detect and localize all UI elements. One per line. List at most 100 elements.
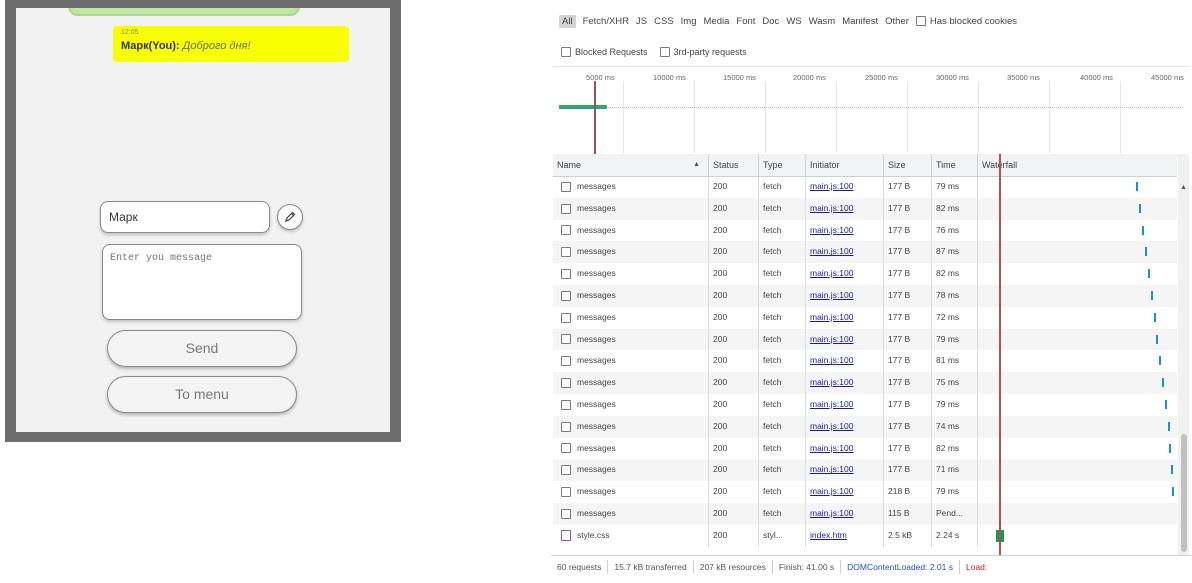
blocked-cookies-checkbox[interactable] bbox=[915, 15, 926, 26]
request-name-cell[interactable]: messages bbox=[553, 372, 709, 394]
request-initiator[interactable]: main.js:100 bbox=[810, 421, 853, 431]
request-name-cell[interactable]: messages bbox=[553, 328, 709, 351]
request-name-cell[interactable]: messages bbox=[553, 350, 709, 373]
request-initiator[interactable]: main.js:100 bbox=[810, 355, 853, 365]
scroll-up-icon[interactable]: ▲ bbox=[1180, 184, 1187, 191]
request-initiator-cell[interactable]: main.js:100 bbox=[806, 437, 884, 460]
request-initiator-cell[interactable]: main.js:100 bbox=[806, 328, 884, 351]
blocked-cookies-toggle[interactable]: Has blocked cookies bbox=[915, 15, 1017, 27]
request-name-cell[interactable]: messages bbox=[553, 437, 709, 460]
table-row[interactable]: messages 200 fetch main.js:100 115 B Pend... bbox=[553, 502, 1177, 525]
request-initiator[interactable]: main.js:100 bbox=[810, 246, 853, 256]
request-initiator-cell[interactable]: main.js:100 bbox=[806, 350, 884, 373]
request-initiator-cell[interactable]: main.js:100 bbox=[806, 176, 884, 198]
column-header-waterfall[interactable]: Waterfall bbox=[978, 154, 1177, 176]
column-header-name[interactable]: Name ▲ bbox=[553, 154, 709, 176]
blocked-requests-checkbox[interactable] bbox=[561, 47, 571, 57]
request-initiator[interactable]: main.js:100 bbox=[810, 268, 853, 278]
request-name-cell[interactable]: style.css bbox=[553, 524, 709, 547]
request-initiator[interactable]: main.js:100 bbox=[810, 508, 853, 518]
request-initiator[interactable]: main.js:100 bbox=[810, 377, 853, 387]
request-name-cell[interactable]: messages bbox=[553, 219, 709, 242]
column-header-status[interactable]: Status bbox=[709, 154, 759, 176]
filter-fetch-xhr[interactable]: Fetch/XHR bbox=[583, 16, 629, 27]
request-name-cell[interactable]: messages bbox=[553, 481, 709, 503]
table-row[interactable]: messages 200 fetch main.js:100 177 B 79 ms bbox=[553, 328, 1177, 351]
table-row[interactable]: messages 200 fetch main.js:100 218 B 79 ms bbox=[553, 481, 1177, 503]
request-initiator[interactable]: main.js:100 bbox=[810, 203, 853, 213]
table-row[interactable]: messages 200 fetch main.js:100 177 B 82 ms bbox=[553, 263, 1177, 285]
blocked-requests-toggle[interactable]: Blocked Requests bbox=[561, 47, 648, 57]
scrollbar-thumb[interactable] bbox=[1181, 434, 1187, 552]
table-row[interactable]: messages 200 fetch main.js:100 177 B 76 ms bbox=[553, 219, 1177, 242]
table-scrollbar[interactable]: ▲ bbox=[1178, 154, 1189, 555]
request-name-cell[interactable]: messages bbox=[553, 241, 709, 264]
third-party-checkbox[interactable] bbox=[659, 47, 670, 57]
request-initiator-cell[interactable]: main.js:100 bbox=[806, 284, 884, 307]
table-row[interactable]: messages 200 fetch main.js:100 177 B 72 ms bbox=[553, 306, 1177, 329]
filter-img[interactable]: Img bbox=[681, 16, 697, 27]
request-initiator-cell[interactable]: main.js:100 bbox=[806, 481, 884, 503]
filter-js[interactable]: JS bbox=[636, 16, 647, 27]
filter-other[interactable]: Other bbox=[885, 16, 909, 27]
request-initiator-cell[interactable]: main.js:100 bbox=[806, 372, 884, 394]
column-header-initiator[interactable]: Initiator bbox=[806, 154, 884, 176]
request-name-cell[interactable]: messages bbox=[553, 393, 709, 416]
edit-nickname-button[interactable] bbox=[277, 204, 303, 230]
table-row[interactable]: messages 200 fetch main.js:100 177 B 78 ms bbox=[553, 284, 1177, 307]
filter-wasm[interactable]: Wasm bbox=[809, 16, 836, 27]
table-row[interactable]: messages 200 fetch main.js:100 177 B 87 ms bbox=[553, 241, 1177, 264]
request-initiator-cell[interactable]: main.js:100 bbox=[806, 219, 884, 242]
to-menu-button[interactable]: To menu bbox=[107, 376, 297, 413]
request-initiator-cell[interactable]: main.js:100 bbox=[806, 263, 884, 285]
column-header-time[interactable]: Time bbox=[932, 154, 978, 176]
filter-all[interactable]: All bbox=[559, 14, 576, 28]
request-initiator[interactable]: main.js:100 bbox=[810, 181, 853, 191]
request-initiator-cell[interactable]: main.js:100 bbox=[806, 306, 884, 329]
table-row[interactable]: style.css 200 styl... index.htm 2.5 kB 2.24 s bbox=[553, 524, 1177, 547]
request-name-cell[interactable]: messages bbox=[553, 306, 709, 329]
filter-manifest[interactable]: Manifest bbox=[842, 16, 878, 27]
third-party-toggle[interactable]: 3rd-party requests bbox=[659, 47, 747, 57]
request-initiator-cell[interactable]: main.js:100 bbox=[806, 459, 884, 482]
request-initiator-cell[interactable]: main.js:100 bbox=[806, 241, 884, 264]
table-row[interactable]: messages 200 fetch main.js:100 177 B 82 ms bbox=[553, 437, 1177, 460]
filter-doc[interactable]: Doc bbox=[762, 16, 779, 27]
table-row[interactable]: messages 200 fetch main.js:100 177 B 74 ms bbox=[553, 415, 1177, 438]
request-initiator[interactable]: main.js:100 bbox=[810, 225, 853, 235]
request-initiator[interactable]: main.js:100 bbox=[810, 464, 853, 474]
filter-ws[interactable]: WS bbox=[786, 16, 801, 27]
table-row[interactable]: messages 200 fetch main.js:100 177 B 82 ms bbox=[553, 197, 1177, 220]
request-initiator[interactable]: main.js:100 bbox=[810, 443, 853, 453]
request-initiator[interactable]: index.htm bbox=[810, 530, 847, 540]
column-header-type[interactable]: Type bbox=[759, 154, 806, 176]
request-name-cell[interactable]: messages bbox=[553, 502, 709, 525]
request-name-cell[interactable]: messages bbox=[553, 284, 709, 307]
request-initiator[interactable]: main.js:100 bbox=[810, 312, 853, 322]
request-initiator-cell[interactable]: main.js:100 bbox=[806, 197, 884, 220]
table-row[interactable]: messages 200 fetch main.js:100 177 B 81 ms bbox=[553, 350, 1177, 373]
request-name-cell[interactable]: messages bbox=[553, 415, 709, 438]
table-row[interactable]: messages 200 fetch main.js:100 177 B 71 ms bbox=[553, 459, 1177, 482]
request-initiator[interactable]: main.js:100 bbox=[810, 290, 853, 300]
request-initiator-cell[interactable]: main.js:100 bbox=[806, 393, 884, 416]
filter-media[interactable]: Media bbox=[704, 16, 730, 27]
send-button[interactable]: Send bbox=[107, 330, 297, 367]
request-initiator-cell[interactable]: main.js:100 bbox=[806, 502, 884, 525]
column-header-size[interactable]: Size bbox=[884, 154, 932, 176]
request-name-cell[interactable]: messages bbox=[553, 197, 709, 220]
request-name-cell[interactable]: messages bbox=[553, 459, 709, 482]
message-textarea[interactable] bbox=[102, 244, 302, 320]
request-name-cell[interactable]: messages bbox=[553, 263, 709, 285]
table-row[interactable]: messages 200 fetch main.js:100 177 B 79 ms bbox=[553, 393, 1177, 416]
request-initiator[interactable]: main.js:100 bbox=[810, 399, 853, 409]
nickname-input[interactable] bbox=[100, 201, 270, 233]
request-initiator-cell[interactable]: main.js:100 bbox=[806, 415, 884, 438]
table-row[interactable]: messages 200 fetch main.js:100 177 B 75 ms bbox=[553, 372, 1177, 394]
filter-font[interactable]: Font bbox=[736, 16, 755, 27]
table-row[interactable]: messages 200 fetch main.js:100 177 B 79 ms bbox=[553, 176, 1177, 198]
request-initiator-cell[interactable]: index.htm bbox=[806, 524, 884, 547]
request-initiator[interactable]: main.js:100 bbox=[810, 334, 853, 344]
timeline-overview[interactable]: 5000 ms 10000 ms 15000 ms 20000 ms 25000… bbox=[553, 66, 1189, 156]
request-name-cell[interactable]: messages bbox=[553, 176, 709, 198]
